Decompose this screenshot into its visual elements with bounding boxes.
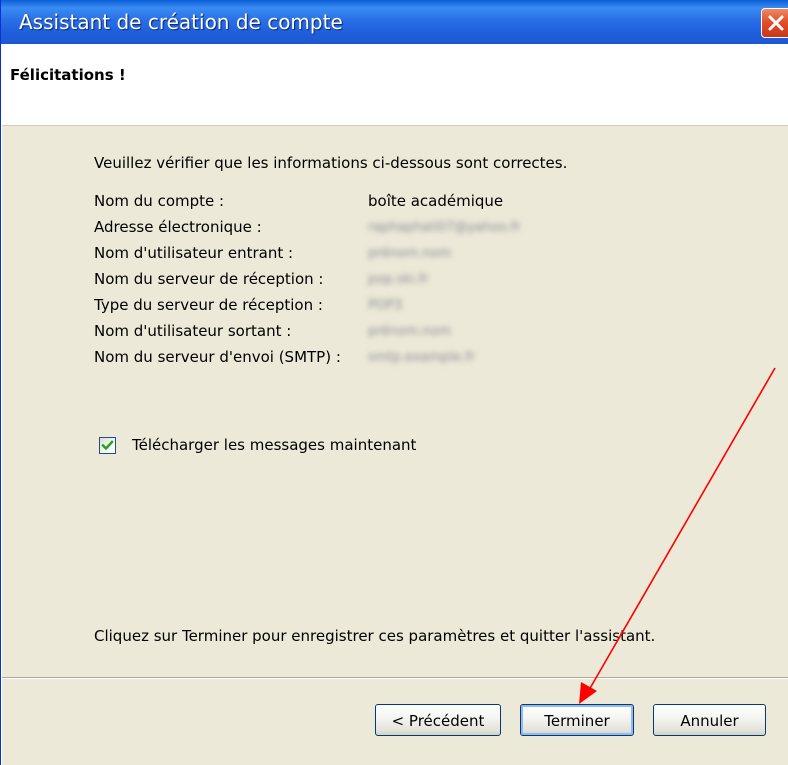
info-value-redacted: smtp.example.fr	[368, 350, 475, 365]
checkmark-icon	[101, 440, 114, 451]
header-title: Félicitations !	[10, 66, 126, 84]
download-messages-checkbox[interactable]	[99, 437, 116, 454]
info-value-redacted: POP3	[368, 298, 403, 313]
finish-button[interactable]: Terminer	[520, 704, 634, 736]
window-title: Assistant de création de compte	[19, 10, 343, 34]
cancel-button[interactable]: Annuler	[653, 704, 766, 736]
title-bar[interactable]: Assistant de création de compte	[1, 0, 788, 44]
info-value-redacted: prénom.nom	[368, 246, 452, 261]
previous-button[interactable]: < Précédent	[375, 704, 501, 736]
info-label: Nom d'utilisateur sortant :	[94, 322, 292, 340]
account-wizard-window: Assistant de création de compte Félicita…	[0, 0, 788, 765]
info-label: Nom du compte :	[94, 192, 225, 210]
info-value-redacted: prénom.nom	[368, 324, 452, 339]
close-icon	[768, 15, 784, 31]
button-bar: < Précédent Terminer Annuler	[2, 679, 788, 765]
close-button[interactable]	[761, 8, 788, 38]
info-label: Adresse électronique :	[94, 218, 262, 236]
intro-text: Veuillez vérifier que les informations c…	[94, 154, 568, 172]
finish-instructions: Cliquez sur Terminer pour enregistrer ce…	[94, 627, 656, 645]
wizard-header: Félicitations !	[2, 44, 788, 126]
info-value-redacted: raphaphali07@yahoo.fr	[368, 220, 521, 235]
info-value: boîte académique	[368, 192, 504, 210]
info-label: Nom du serveur de réception :	[94, 270, 324, 288]
info-label: Nom d'utilisateur entrant :	[94, 244, 294, 262]
wizard-content: Veuillez vérifier que les informations c…	[2, 126, 788, 677]
info-label: Type du serveur de réception :	[94, 296, 323, 314]
info-label: Nom du serveur d'envoi (SMTP) :	[94, 348, 341, 366]
download-messages-label[interactable]: Télécharger les messages maintenant	[132, 436, 416, 454]
info-value-redacted: pop.ski.fr	[368, 272, 429, 287]
